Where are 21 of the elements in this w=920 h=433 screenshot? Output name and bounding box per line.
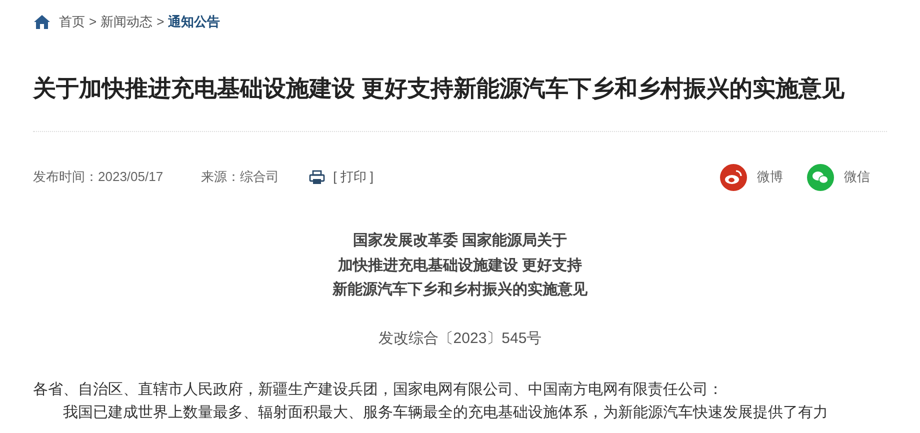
article-title: 关于加快推进充电基础设施建设 更好支持新能源汽车下乡和乡村振兴的实施意见	[32, 74, 846, 103]
weibo-icon[interactable]	[720, 164, 747, 190]
share-label[interactable]: 微信	[844, 167, 870, 187]
print-link[interactable]: [ 打印 ]	[333, 167, 374, 187]
document-number: 发改综合〔2023〕545号	[377, 328, 543, 348]
breadcrumb-separator: >	[156, 13, 164, 32]
share-label[interactable]: 微博	[757, 167, 783, 187]
breadcrumb-separator: >	[89, 13, 97, 32]
wechat-icon[interactable]	[807, 164, 834, 190]
publish-date: 发布时间：2023/05/17	[33, 168, 164, 186]
breadcrumb-link[interactable]: 新闻动态	[100, 12, 153, 32]
breadcrumb-link[interactable]: 首页	[59, 12, 85, 32]
document-heading-line: 国家发展改革委 国家能源局关于	[352, 231, 568, 251]
breadcrumb-link[interactable]: 通知公告	[168, 12, 220, 32]
printer-icon[interactable]	[309, 170, 326, 184]
document-heading-line: 新能源汽车下乡和乡村振兴的实施意见	[332, 280, 588, 300]
body-paragraph: 各省、自治区、直辖市人民政府，新疆生产建设兵团，国家电网有限公司、中国南方电网有限责任公司：	[33, 380, 724, 400]
body-paragraph: 我国已建成世界上数量最多、辐射面积最大、服务车辆最全的充电基础设施体系，为新能源汽车快速发展提供了有力	[62, 402, 829, 422]
source-label: 来源：综合司	[201, 168, 280, 186]
home-icon[interactable]	[33, 14, 51, 30]
document-heading-line: 加快推进充电基础设施建设 更好支持	[338, 256, 582, 276]
